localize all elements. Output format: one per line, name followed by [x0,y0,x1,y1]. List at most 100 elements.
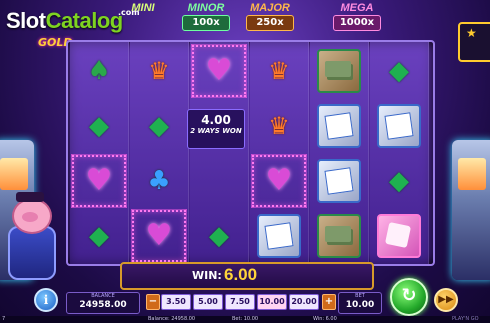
heart-symbol-icon: ♥ [85,163,113,198]
reel-cell [251,209,307,263]
jackpot-mini: MINI [116,2,170,32]
spin-icon: ↻ [401,285,417,306]
right-slot-machine-decor [452,140,490,280]
status-bar: 7 Balance: 24958.00 Bet: 10.00 Win: 6.00… [0,316,490,323]
right-machine-screen [458,158,486,190]
jackpot-mega-value: 1000x [333,15,381,31]
left-machine-screen [0,158,28,190]
reel-cell: ♠ [71,44,127,98]
pink-symbol-icon [377,214,421,258]
reel-cell [371,99,427,153]
reel-5 [310,42,369,264]
reel-1: ♠ ◆ ♥ ◆ [70,42,129,264]
club-symbol-icon: ♣ [147,166,171,196]
reel-cell: ◆ [131,99,187,153]
autoplay-button[interactable]: ▶▶ [434,288,458,312]
cards-symbol-icon [317,104,361,148]
reel-cell: ♛ [131,44,187,98]
balance-value: 24958.00 [79,300,127,310]
diamond-symbol-icon: ◆ [89,111,109,141]
heart-symbol-icon: ♥ [145,218,173,253]
pig-snout [22,212,38,222]
bet-caption: BET [355,293,365,299]
jackpot-major: MAJOR 250x [243,2,297,32]
reel-cell: ◆ [371,154,427,208]
status-bet: Bet: 10.00 [232,316,259,322]
diamond-symbol-icon: ◆ [389,166,409,196]
bet-option[interactable]: 3.50 [161,294,191,310]
jackpot-mega-label: MEGA [340,2,374,14]
reel-grid: ♠ ◆ ♥ ◆ ♛ ◆ ♣ ♥ ♥ ◆ ♛ ♛ ♥ ◆ ◆ [66,40,435,266]
win-bar: WIN: 6.00 [120,262,374,290]
reel-cell: ♥ [131,209,187,263]
diamond-symbol-icon: ◆ [89,221,109,251]
spade-symbol-icon: ♠ [87,56,111,86]
reel-cell [311,44,367,98]
status-win: Win: 6.00 [313,316,337,322]
reel-cell [311,154,367,208]
jackpot-mega: MEGA 1000x [330,2,384,32]
reel-cell: ♛ [251,44,307,98]
spin-button[interactable]: ↻ [390,278,428,316]
reel-cell [311,99,367,153]
reel-cell: ◆ [71,209,127,263]
reel-cell: ♥ [251,154,307,208]
jackpot-minor-label: MINOR [187,2,225,14]
bet-option[interactable]: 7.50 [225,294,255,310]
cash-symbol-icon [317,49,361,93]
reel-2: ♛ ◆ ♣ ♥ [130,42,189,264]
reel-cell: ◆ [371,44,427,98]
jackpot-minor-value: 100x [182,15,230,31]
bet-option[interactable]: 5.00 [193,294,223,310]
reel-3: ♥ ◆ [190,42,249,264]
pig-mascot [2,192,58,280]
cash-symbol-icon [317,214,361,258]
cards-symbol-icon [317,159,361,203]
balance-display: BALANCE 24958.00 [66,292,140,314]
diamond-symbol-icon: ◆ [149,111,169,141]
pig-body [8,226,56,280]
multiplier-badge: ★ [458,22,490,62]
bet-value: 10.00 [345,300,375,310]
reel-cell [311,209,367,263]
jackpot-major-value: 250x [246,15,294,31]
reel-cell [371,209,427,263]
win-popup-amount: 4.00 [201,113,231,127]
jackpot-major-label: MAJOR [250,2,290,14]
cards-symbol-icon [377,104,421,148]
logo-brand: SlotCatalog [6,8,123,34]
jackpot-mini-label: MINI [131,2,155,14]
win-popup: 4.00 2 WAYS WON [187,109,245,149]
bet-decrease-button[interactable]: − [146,294,160,310]
info-button[interactable]: i [34,288,58,312]
cards-symbol-icon [257,214,301,258]
reel-6: ◆ ◆ [370,42,429,264]
crown-symbol-icon: ♛ [268,57,290,85]
logo-brand-white: Slot [6,8,46,33]
reel-cell: ♥ [191,44,247,98]
diamond-symbol-icon: ◆ [209,221,229,251]
reel-cell: ♛ [251,99,307,153]
status-number: 7 [2,316,6,322]
reel-cell [191,154,247,208]
jackpot-minor: MINOR 100x [179,2,233,32]
crown-symbol-icon: ♛ [268,112,290,140]
win-amount: 6.00 [224,265,258,284]
reel-4: ♛ ♛ ♥ [250,42,309,264]
balance-caption: BALANCE [91,293,115,299]
game-screen: SlotCatalog .com GOLD ★ MINI MINOR 100x … [0,0,490,323]
provider-logo: PLAY'N GO [452,316,479,322]
bet-option[interactable]: 20.00 [289,294,319,310]
win-popup-ways: 2 WAYS WON [190,127,242,135]
pig-hat [16,192,44,202]
bet-option[interactable]: 10.00 [257,294,287,310]
status-balance: Balance: 24958.00 [148,316,196,322]
bet-display: BET 10.00 [338,292,382,314]
logo-brand-green: Catalog [45,8,124,33]
star-icon: ★ [466,26,477,40]
reel-cell: ♣ [131,154,187,208]
reel-cell: ♥ [71,154,127,208]
reel-cell: ◆ [71,99,127,153]
win-label: WIN: [192,269,222,282]
bet-increase-button[interactable]: + [322,294,336,310]
